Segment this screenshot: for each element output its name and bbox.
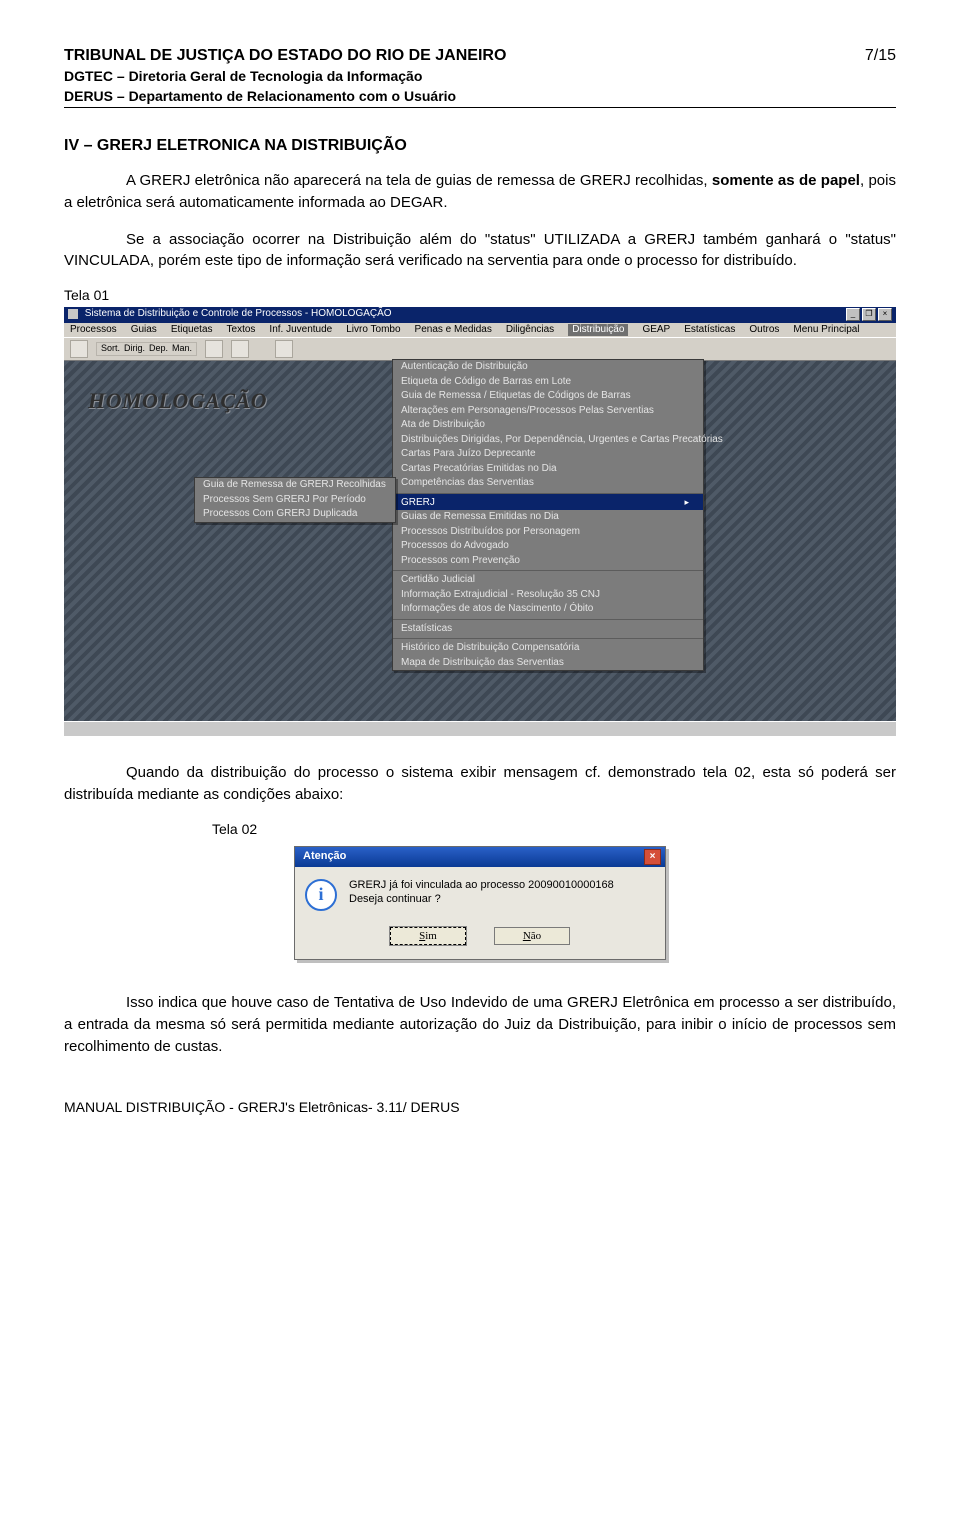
dropdown-item[interactable]: Certidão Judicial <box>393 570 703 588</box>
paragraph-2: Se a associação ocorrer na Distribuição … <box>64 229 896 273</box>
dropdown-item[interactable]: Processos do Advogado <box>393 539 703 554</box>
dropdown-item[interactable]: Cartas Para Juízo Deprecante <box>393 447 703 462</box>
submenu-item[interactable]: Guia de Remessa de GRERJ Recolhidas <box>195 478 395 493</box>
dropdown-item[interactable]: Etiqueta de Código de Barras em Lote <box>393 375 703 390</box>
alert-titlebar: Atenção × <box>295 847 665 867</box>
toolbar-group-sort: Sort. Dirig. Dep. Man. <box>96 342 197 355</box>
dropdown-item[interactable]: Processos com Prevenção <box>393 554 703 569</box>
paragraph-1: A GRERJ eletrônica não aparecerá na tela… <box>64 170 896 214</box>
screenshot-tela-01: Sistema de Distribuição e Controle de Pr… <box>64 307 896 737</box>
dropdown-item[interactable]: Histórico de Distribuição Compensatória <box>393 638 703 656</box>
menu-item[interactable]: Guias <box>131 324 157 337</box>
homolog-watermark: HOMOLOGAÇÃO <box>88 387 267 415</box>
toolbar-icon[interactable] <box>70 340 88 358</box>
menu-item[interactable]: Etiquetas <box>171 324 213 337</box>
dropdown-item[interactable]: Mapa de Distribuição das Serventias <box>393 656 703 671</box>
dropdown-item[interactable]: Guia de Remessa / Etiquetas de Códigos d… <box>393 389 703 404</box>
page-number: 7/15 <box>865 46 896 66</box>
header-line-3: DERUS – Departamento de Relacionamento c… <box>64 88 896 106</box>
status-bar <box>64 721 896 736</box>
app-icon <box>68 309 78 319</box>
menu-item[interactable]: Estatísticas <box>684 324 735 337</box>
dropdown-item[interactable]: Cartas Precatórias Emitidas no Dia <box>393 462 703 477</box>
dropdown-item[interactable]: GRERJ <box>393 493 703 511</box>
no-rest: ão <box>531 930 541 942</box>
menu-item[interactable]: Penas e Medidas <box>415 324 492 337</box>
window-titlebar: Sistema de Distribuição e Controle de Pr… <box>64 307 896 323</box>
submenu-item[interactable]: Processos Com GRERJ Duplicada <box>195 507 395 522</box>
window-title: Sistema de Distribuição e Controle de Pr… <box>68 308 392 321</box>
dropdown-item[interactable]: Guias de Remessa Emitidas no Dia <box>393 510 703 525</box>
toolbar-label[interactable]: Dirig. <box>124 343 145 354</box>
dropdown-item[interactable]: Autenticação de Distribuição <box>393 360 703 375</box>
minimize-button[interactable]: _ <box>846 308 860 321</box>
grerj-submenu: Guia de Remessa de GRERJ RecolhidasProce… <box>194 477 396 523</box>
dropdown-item[interactable]: Ata de Distribuição <box>393 418 703 433</box>
menu-bar: Processos Guias Etiquetas Textos Inf. Juvent… <box>64 323 896 338</box>
menu-item[interactable]: GEAP <box>642 324 670 337</box>
para1-pre: A GRERJ eletrônica não aparecerá na tela… <box>126 172 712 189</box>
section-title: IV – GRERJ ELETRONICA NA DISTRIBUIÇÃO <box>64 136 896 156</box>
dropdown-item[interactable]: Competências das Serventias <box>393 476 703 491</box>
menu-item[interactable]: Diligências <box>506 324 554 337</box>
paragraph-3: Quando da distribuição do processo o sis… <box>64 762 896 806</box>
footer: MANUAL DISTRIBUIÇÃO - GRERJ's Eletrônica… <box>64 1099 896 1117</box>
dropdown-item[interactable]: Estatísticas <box>393 619 703 637</box>
info-icon: i <box>305 879 337 911</box>
toolbar-label[interactable]: Dep. <box>149 343 168 354</box>
header-rule <box>64 107 896 108</box>
window-buttons: _ ❐ × <box>846 308 892 321</box>
toolbar-label[interactable]: Sort. <box>101 343 120 354</box>
dropdown-item[interactable]: Informações de atos de Nascimento / Óbit… <box>393 602 703 617</box>
menu-item[interactable]: Distribuição <box>568 324 628 337</box>
alert-title: Atenção <box>303 850 346 864</box>
paragraph-4: Isso indica que houve caso de Tentativa … <box>64 992 896 1057</box>
app-workspace: HOMOLOGAÇÃO Autenticação de Distribuição… <box>64 361 896 721</box>
toolbar-icon[interactable] <box>231 340 249 358</box>
menu-item[interactable]: Inf. Juventude <box>269 324 332 337</box>
tela-02-label: Tela 02 <box>212 821 896 839</box>
alert-message: GRERJ já foi vinculada ao processo 20090… <box>349 879 614 907</box>
alert-line-2: Deseja continuar ? <box>349 893 614 907</box>
toolbar-icon[interactable] <box>205 340 223 358</box>
distribuicao-dropdown-menu: Autenticação de DistribuiçãoEtiqueta de … <box>392 359 704 671</box>
restore-button[interactable]: ❐ <box>862 308 876 321</box>
menu-item[interactable]: Textos <box>227 324 256 337</box>
alert-line-1: GRERJ já foi vinculada ao processo 20090… <box>349 879 614 893</box>
dropdown-item[interactable]: Distribuições Dirigidas, Por Dependência… <box>393 433 703 448</box>
header-line-1: TRIBUNAL DE JUSTIÇA DO ESTADO DO RIO DE … <box>64 46 506 66</box>
header-line-2: DGTEC – Diretoria Geral de Tecnologia da… <box>64 68 896 86</box>
dropdown-item[interactable]: Informação Extrajudicial - Resolução 35 … <box>393 588 703 603</box>
menu-item[interactable]: Processos <box>70 324 117 337</box>
alert-close-button[interactable]: × <box>644 849 661 865</box>
menu-item[interactable]: Livro Tombo <box>346 324 400 337</box>
alert-dialog: Atenção × i GRERJ já foi vinculada ao pr… <box>294 846 666 960</box>
para1-bold: somente as de papel <box>712 172 860 189</box>
menu-item[interactable]: Outros <box>749 324 779 337</box>
dropdown-item[interactable]: Alterações em Personagens/Processos Pela… <box>393 404 703 419</box>
yes-rest: im <box>425 930 437 942</box>
toolbar: Sort. Dirig. Dep. Man. <box>64 337 896 361</box>
toolbar-exit-icon[interactable] <box>275 340 293 358</box>
menu-item[interactable]: Menu Principal <box>793 324 859 337</box>
toolbar-label[interactable]: Man. <box>172 343 192 354</box>
close-button[interactable]: × <box>878 308 892 321</box>
alert-yes-button[interactable]: Sim <box>390 927 466 945</box>
alert-no-button[interactable]: Não <box>494 927 570 945</box>
submenu-item[interactable]: Processos Sem GRERJ Por Período <box>195 493 395 508</box>
dropdown-item[interactable]: Processos Distribuídos por Personagem <box>393 525 703 540</box>
tela-01-label: Tela 01 <box>64 287 896 305</box>
